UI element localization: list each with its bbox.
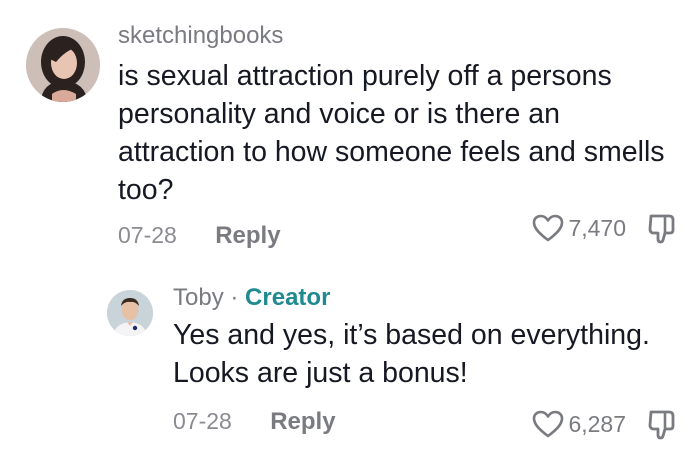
comment-date: 07-28 — [173, 408, 232, 434]
avatar[interactable] — [107, 290, 153, 336]
heart-icon — [532, 213, 564, 243]
like-count: 6,287 — [568, 410, 626, 437]
heart-icon — [532, 409, 564, 439]
comment-actions: 6,287 — [532, 407, 678, 441]
comment-meta: 07-28 Reply — [173, 406, 336, 436]
comment-meta: 07-28 Reply — [118, 220, 281, 250]
avatar-image — [26, 28, 100, 102]
comment-actions: 7,470 — [532, 211, 678, 245]
comment-username[interactable]: sketchingbooks — [118, 22, 283, 50]
thumbs-down-icon[interactable] — [644, 211, 678, 245]
separator-dot: · — [230, 284, 239, 311]
comment-text: is sexual attraction purely off a person… — [118, 60, 665, 206]
comment: sketchingbooks is sexual attraction pure… — [0, 0, 700, 270]
comment-date: 07-28 — [118, 222, 177, 248]
like-count: 7,470 — [568, 214, 626, 241]
comment-username[interactable]: Toby — [173, 284, 224, 311]
like-button[interactable]: 7,470 — [532, 213, 626, 243]
avatar-image — [107, 290, 153, 336]
comment-author-line: Toby · Creator — [173, 284, 330, 312]
avatar[interactable] — [26, 28, 100, 102]
creator-badge: Creator — [245, 284, 331, 311]
reply-button[interactable]: Reply — [270, 407, 335, 437]
reply-button[interactable]: Reply — [215, 221, 280, 251]
reply-comment: Toby · Creator Yes and yes, it’s based o… — [0, 270, 700, 457]
like-button[interactable]: 6,287 — [532, 409, 626, 439]
comment-text: Yes and yes, it’s based on everything. L… — [173, 319, 650, 389]
thumbs-down-icon[interactable] — [644, 407, 678, 441]
